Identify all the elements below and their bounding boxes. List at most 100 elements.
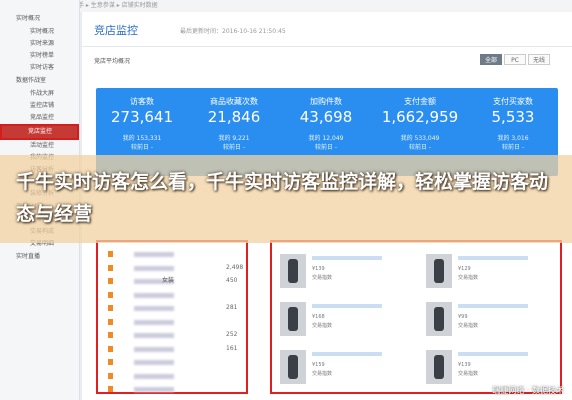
- sidebar-item[interactable]: 监控店铺: [0, 100, 79, 112]
- product-grid-box: ¥139 交易指数 ¥129 交易指数 ¥168 交易指数 ¥99 交易指数 ¥159 交易指数 ¥…: [270, 240, 562, 394]
- product-title-placeholder: [312, 352, 382, 356]
- segment-mobile-button[interactable]: 无线: [528, 54, 550, 65]
- kpi-mine: 我的 12,049: [308, 135, 344, 142]
- rank-row[interactable]: 2,498: [104, 262, 244, 274]
- product-deal-label: 交易指数: [312, 275, 333, 281]
- rank-row[interactable]: 女装 450: [104, 275, 244, 287]
- product-deal-label: 交易指数: [312, 371, 333, 377]
- product-thumbnail[interactable]: [280, 350, 306, 384]
- sidebar-top-spacer: [0, 0, 79, 12]
- kpi-mine: 我的 9,221: [218, 135, 250, 142]
- segment-all-button[interactable]: 全部: [480, 54, 502, 65]
- kpi-value: 5,533: [491, 108, 535, 126]
- product-price: ¥139: [312, 266, 325, 272]
- rank-name: 女装: [162, 277, 175, 284]
- rank-value: 2,498: [226, 263, 244, 271]
- rank-row[interactable]: [104, 289, 244, 301]
- product-title-placeholder: [458, 256, 528, 260]
- blurred-shop-name: [134, 265, 174, 271]
- blurred-shop-name: [134, 319, 174, 325]
- panel-title: 竞店平均概况: [94, 58, 131, 65]
- kpi-value: 1,662,959: [381, 108, 459, 126]
- blurred-shop-name: [134, 252, 174, 257]
- rank-value: 161: [226, 344, 238, 352]
- product-thumbnail[interactable]: [426, 302, 452, 336]
- rank-row[interactable]: [104, 248, 244, 260]
- kpi-compare: 较前日 -: [222, 144, 246, 151]
- product-price: ¥129: [458, 266, 471, 272]
- rank-flag-icon: [108, 386, 113, 392]
- kpi-compare: 较前日 -: [408, 144, 432, 151]
- rank-row[interactable]: [104, 356, 244, 368]
- blurred-shop-name: [134, 360, 174, 365]
- sidebar-section[interactable]: 实时直播: [0, 250, 79, 264]
- watermark-text: 瑞捷网络 · 数据技术: [492, 386, 564, 395]
- product-thumbnail[interactable]: [280, 254, 306, 288]
- blurred-shop-name: [134, 373, 174, 379]
- rank-value: 450: [226, 277, 238, 284]
- product-deal-label: 交易指数: [458, 323, 479, 329]
- rank-flag-icon: [108, 264, 113, 271]
- product-price: ¥168: [312, 314, 325, 320]
- product-title-placeholder: [312, 304, 382, 308]
- sidebar-item[interactable]: 竞店监控: [0, 124, 79, 140]
- product-deal-label: 交易指数: [458, 371, 479, 377]
- product-card[interactable]: ¥139 交易指数: [422, 348, 552, 386]
- product-title-placeholder: [312, 256, 382, 260]
- rank-flag-icon: [108, 278, 113, 284]
- kpi-label: 支付金额: [404, 97, 436, 106]
- sidebar-item[interactable]: 实时榜单: [0, 50, 79, 62]
- rank-flag-icon: [108, 291, 113, 298]
- rank-value: 281: [226, 304, 238, 311]
- product-deal-label: 交易指数: [458, 275, 479, 281]
- rank-row[interactable]: 281: [104, 302, 244, 314]
- product-title-placeholder: [458, 304, 528, 308]
- update-time: 最后更新时间：2016-10-16 21:50:45: [180, 28, 286, 35]
- product-card[interactable]: ¥168 交易指数: [276, 300, 406, 338]
- blurred-shop-name: [134, 346, 174, 352]
- sidebar-item[interactable]: 作战大屏: [0, 88, 79, 100]
- blurred-shop-name: [134, 292, 174, 298]
- product-thumbnail[interactable]: [426, 350, 452, 384]
- rank-flag-icon: [108, 305, 113, 311]
- kpi-label: 商品收藏次数: [210, 97, 258, 106]
- blurred-shop-name: [134, 306, 174, 311]
- rank-flag-icon: [108, 332, 113, 338]
- kpi-label: 加购件数: [310, 97, 342, 106]
- sidebar-item[interactable]: 活动监控: [0, 140, 79, 152]
- divider: [82, 46, 572, 47]
- rank-row[interactable]: [104, 316, 244, 328]
- product-card[interactable]: ¥99 交易指数: [422, 300, 552, 338]
- page-title: 竞店监控: [94, 24, 138, 37]
- product-card[interactable]: ¥159 交易指数: [276, 348, 406, 386]
- rank-row[interactable]: 161: [104, 343, 244, 355]
- rank-row[interactable]: [104, 370, 244, 382]
- kpi-mine: 我的 533,049: [400, 135, 440, 142]
- sidebar-section[interactable]: 数据作战室: [0, 74, 79, 88]
- kpi-value: 273,641: [110, 108, 174, 126]
- kpi-mine: 我的 3,016: [497, 135, 529, 142]
- rank-row[interactable]: [104, 383, 244, 395]
- kpi-label: 访客数: [130, 97, 154, 106]
- product-thumbnail[interactable]: [426, 254, 452, 288]
- kpi-value: 21,846: [207, 108, 261, 126]
- product-card[interactable]: ¥129 交易指数: [422, 252, 552, 290]
- rank-flag-icon: [108, 359, 113, 365]
- sidebar-item[interactable]: 实时概况: [0, 26, 79, 38]
- rank-row[interactable]: 252: [104, 329, 244, 341]
- sidebar-item[interactable]: 实时访客: [0, 62, 79, 74]
- product-title-placeholder: [458, 352, 528, 356]
- kpi-label: 支付买家数: [493, 97, 533, 106]
- rank-flag-icon: [108, 251, 113, 257]
- sidebar-item[interactable]: 竞品监控: [0, 112, 79, 124]
- product-price: ¥99: [458, 314, 468, 320]
- top-breadcrumb: 旺旺助手 ▸ 生意参谋 ▸ 店铺实时数据: [0, 0, 572, 12]
- kpi-compare: 较前日 -: [501, 144, 525, 151]
- product-deal-label: 交易指数: [312, 323, 333, 329]
- product-thumbnail[interactable]: [280, 302, 306, 336]
- product-card[interactable]: ¥139 交易指数: [276, 252, 406, 290]
- sidebar-section[interactable]: 实时概况: [0, 12, 79, 26]
- segment-pc-button[interactable]: PC: [504, 54, 526, 65]
- sidebar-item[interactable]: 实时来源: [0, 38, 79, 50]
- rank-flag-icon: [108, 318, 113, 325]
